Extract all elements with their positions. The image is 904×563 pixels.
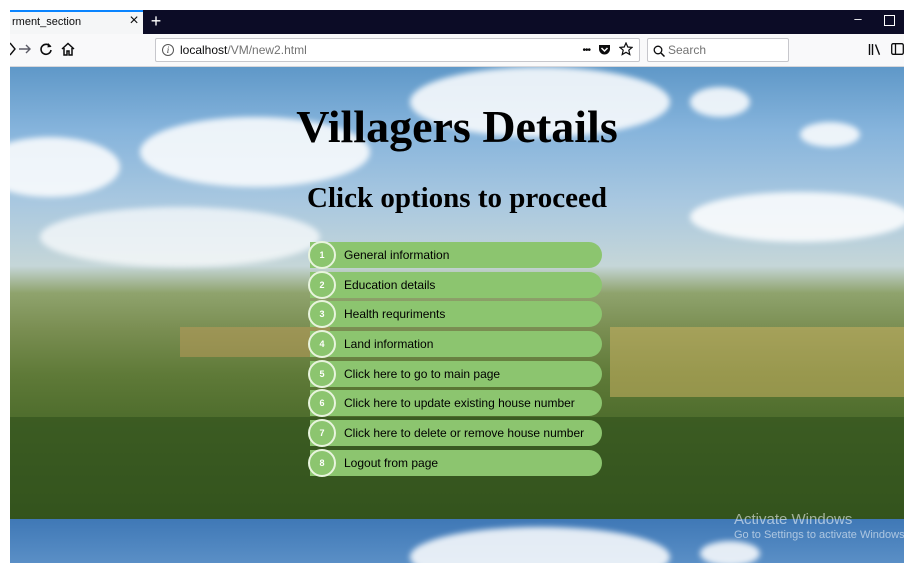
search-input[interactable] bbox=[668, 42, 783, 58]
menu-item-number: 7 bbox=[308, 419, 336, 448]
window-left-edge bbox=[0, 0, 10, 563]
page-title: Villagers Details bbox=[296, 101, 618, 152]
search-box[interactable] bbox=[647, 38, 789, 62]
url-path: /VM/new2.html bbox=[227, 43, 307, 57]
browser-tab[interactable]: rment_section × bbox=[10, 10, 143, 34]
menu-item-number: 8 bbox=[308, 448, 336, 477]
menu-item-label: Click here to update existing house numb… bbox=[344, 396, 575, 411]
library-icon[interactable] bbox=[868, 39, 882, 59]
tab-title: rment_section bbox=[12, 16, 82, 28]
menu-item-delete-house-number[interactable]: 7 Click here to delete or remove house n… bbox=[308, 419, 602, 448]
menu-item-health-requirements[interactable]: 3 Health requriments bbox=[308, 300, 602, 329]
menu-item-education-details[interactable]: 2 Education details bbox=[308, 270, 602, 299]
site-info-icon[interactable]: i bbox=[162, 44, 174, 56]
minimize-button[interactable]: – bbox=[852, 11, 864, 26]
menu-item-label: General information bbox=[344, 248, 450, 262]
browser-toolbar: i localhost/VM/new2.html ••• bbox=[10, 34, 904, 67]
menu-item-number: 5 bbox=[308, 359, 336, 388]
cloud-shape bbox=[40, 207, 320, 267]
menu-item-land-information[interactable]: 4 Land information bbox=[308, 330, 602, 359]
page-background: Villagers Details Click options to proce… bbox=[10, 67, 904, 519]
url-bar[interactable]: i localhost/VM/new2.html ••• bbox=[155, 38, 640, 62]
activation-watermark-hint: Go to Settings to activate Windows. bbox=[734, 529, 904, 541]
field-patch bbox=[610, 327, 904, 397]
menu-item-label: Health requriments bbox=[344, 307, 446, 322]
menu-item-label: Logout from page bbox=[344, 455, 439, 470]
url-text[interactable]: localhost/VM/new2.html bbox=[180, 43, 307, 57]
reload-icon[interactable] bbox=[38, 39, 54, 59]
menu-item-general-information[interactable]: 1 General information bbox=[308, 241, 602, 269]
cloud-shape bbox=[700, 541, 760, 563]
pocket-icon[interactable] bbox=[598, 43, 611, 59]
menu-item-label: Click here to go to main page bbox=[344, 366, 501, 381]
home-icon[interactable] bbox=[60, 39, 76, 59]
forward-icon[interactable] bbox=[18, 39, 32, 59]
menu-item-logout[interactable]: 8 Logout from page bbox=[308, 448, 602, 477]
menu-item-label: Education details bbox=[344, 277, 436, 292]
restore-button[interactable] bbox=[884, 15, 895, 26]
menu-item-main-page[interactable]: 5 Click here to go to main page bbox=[308, 359, 602, 388]
menu-item-number: 1 bbox=[308, 241, 336, 269]
page-subtitle: Click options to proceed bbox=[307, 182, 607, 214]
menu-item-label: Land information bbox=[344, 337, 434, 352]
search-icon bbox=[653, 44, 666, 62]
menu-item-number: 6 bbox=[308, 389, 336, 418]
menu-item-number: 2 bbox=[308, 270, 336, 299]
page-actions-button[interactable]: ••• bbox=[582, 45, 590, 56]
cloud-shape bbox=[410, 527, 670, 563]
menu-item-update-house-number[interactable]: 6 Click here to update existing house nu… bbox=[308, 389, 602, 418]
options-menu: 1 General information 2 Education detail… bbox=[308, 241, 602, 480]
menu-item-label: Click here to delete or remove house num… bbox=[344, 426, 585, 441]
menu-item-number: 3 bbox=[308, 300, 336, 329]
url-host: localhost bbox=[180, 43, 228, 57]
back-icon[interactable] bbox=[10, 39, 16, 59]
menu-item-number: 4 bbox=[308, 330, 336, 359]
sidebar-icon[interactable] bbox=[890, 39, 904, 59]
new-tab-button[interactable]: + bbox=[148, 10, 164, 32]
tab-close-button[interactable]: × bbox=[127, 12, 141, 30]
activation-watermark-title: Activate Windows bbox=[734, 511, 853, 528]
bookmark-star-icon[interactable] bbox=[618, 41, 634, 59]
browser-titlebar: rment_section × + – bbox=[10, 10, 904, 34]
